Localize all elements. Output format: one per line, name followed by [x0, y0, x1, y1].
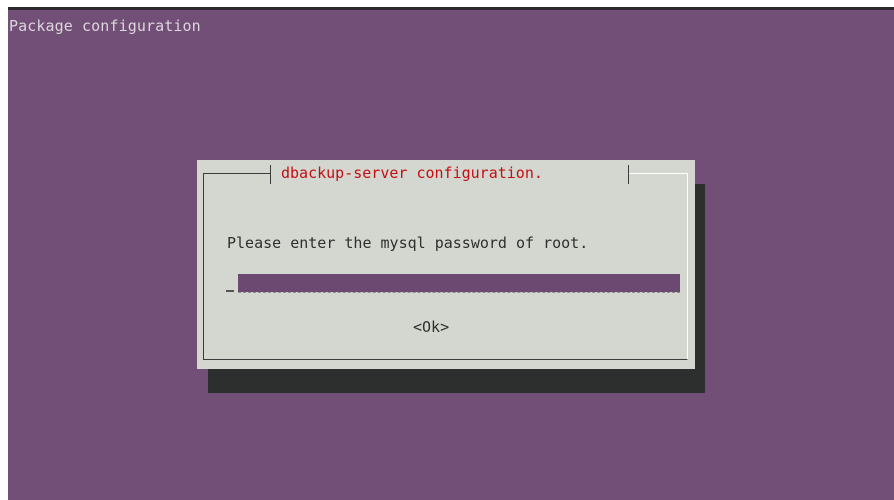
- page-title: Package configuration: [9, 17, 201, 35]
- config-dialog: dbackup-server configuration. Please ent…: [197, 160, 695, 369]
- title-divider-left: [270, 165, 271, 184]
- password-prompt: Please enter the mysql password of root.: [227, 234, 589, 252]
- frame-top-right-line: [629, 173, 688, 174]
- dialog-title: dbackup-server configuration.: [281, 164, 543, 182]
- text-cursor: [226, 290, 234, 292]
- frame-top-left-line: [203, 173, 270, 174]
- password-field-underline: [238, 292, 680, 293]
- password-input[interactable]: [238, 274, 680, 292]
- ok-button[interactable]: <Ok>: [413, 318, 449, 336]
- title-divider-right: [628, 165, 629, 184]
- terminal-screen: Package configuration dbackup-server con…: [8, 7, 894, 500]
